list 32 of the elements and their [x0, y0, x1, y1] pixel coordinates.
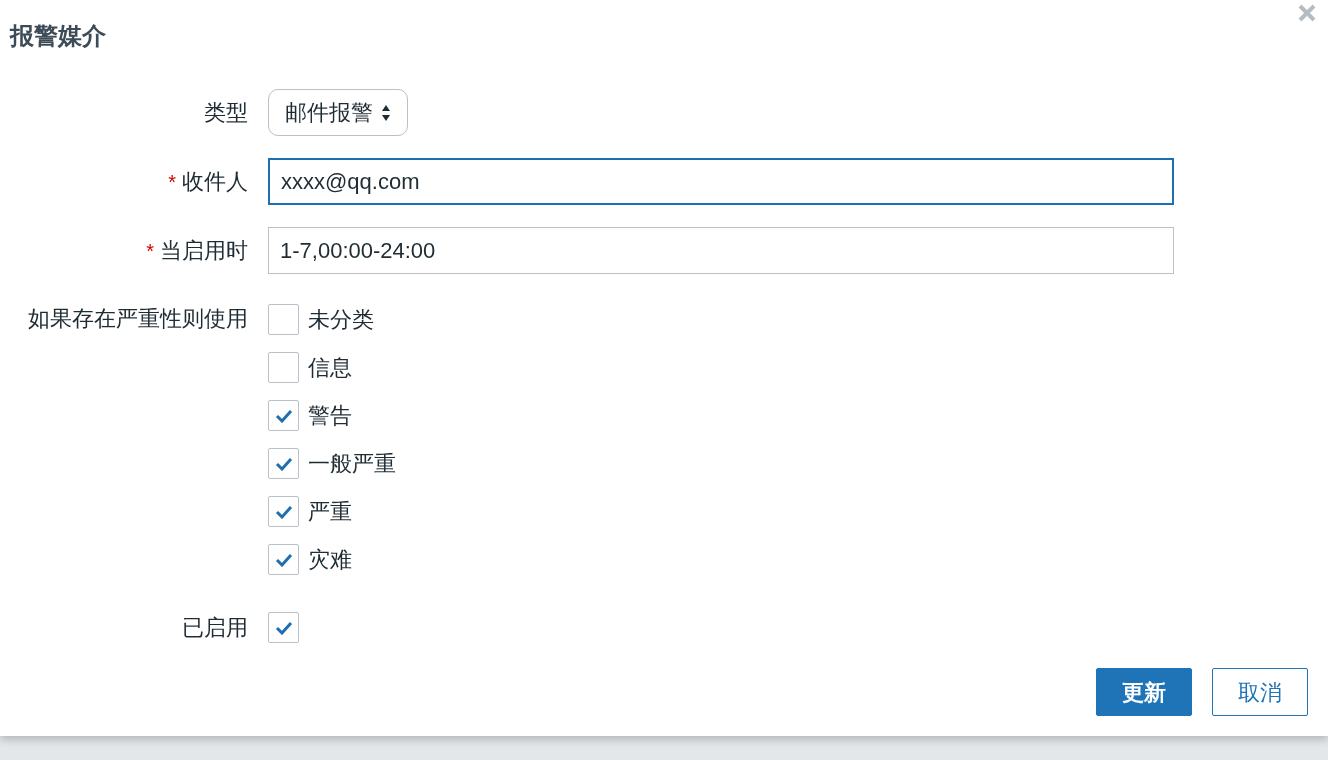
checkbox[interactable]	[268, 496, 299, 527]
checkbox[interactable]	[268, 304, 299, 335]
checkmark-icon	[274, 504, 293, 519]
field-label: 收件人	[182, 168, 248, 196]
checkmark-icon	[274, 552, 293, 567]
severity-option-label: 一般严重	[308, 450, 396, 478]
cancel-button[interactable]: 取消	[1212, 668, 1308, 716]
severity-option-label: 灾难	[308, 546, 352, 574]
enabled-label: 已启用	[182, 614, 248, 642]
checkbox[interactable]	[268, 352, 299, 383]
field-label: 当启用时	[160, 237, 248, 265]
checkbox[interactable]	[268, 544, 299, 575]
text-field[interactable]: xxxx@qq.com	[268, 158, 1174, 205]
type-select[interactable]: 邮件报警	[268, 89, 408, 136]
severity-option-label: 未分类	[308, 306, 374, 334]
text-field[interactable]: 1-7,00:00-24:00	[268, 227, 1174, 274]
dialog-title: 报警媒介	[10, 21, 106, 51]
update-button[interactable]: 更新	[1096, 668, 1192, 716]
severity-option-label: 信息	[308, 354, 352, 382]
checkbox[interactable]	[268, 448, 299, 479]
field-label: 类型	[204, 99, 248, 127]
checkbox[interactable]	[268, 400, 299, 431]
severity-option-label: 警告	[308, 402, 352, 430]
checkmark-icon	[274, 408, 293, 423]
required-mark: *	[168, 169, 176, 195]
required-mark: *	[146, 238, 154, 264]
sort-caret-icon	[381, 103, 391, 122]
checkmark-icon	[274, 620, 293, 635]
checkmark-icon	[274, 456, 293, 471]
checkbox[interactable]	[268, 612, 299, 643]
severity-label: 如果存在严重性则使用	[28, 305, 248, 333]
severity-option-label: 严重	[308, 498, 352, 526]
